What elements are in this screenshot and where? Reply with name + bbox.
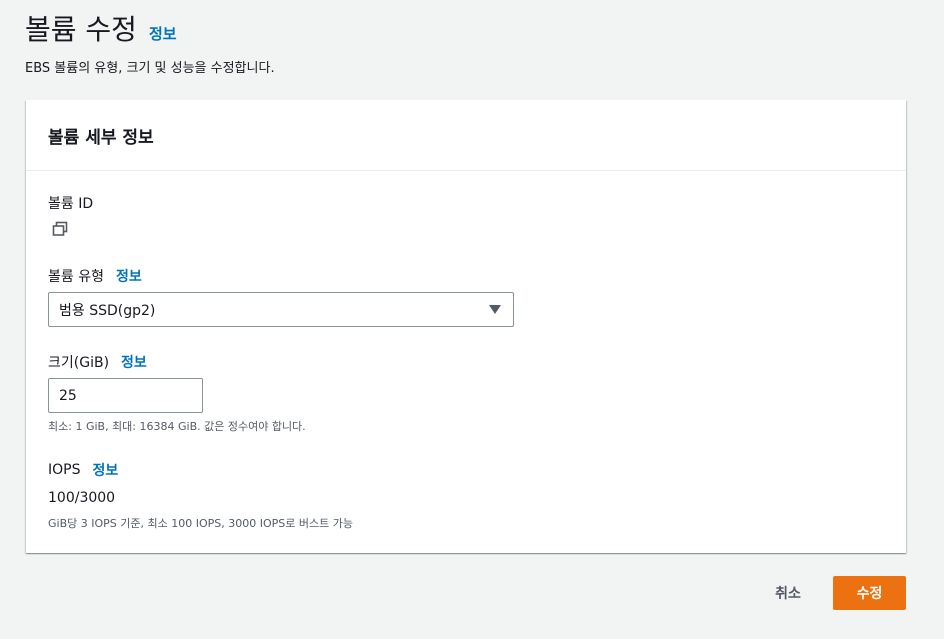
cancel-button[interactable]: 취소 <box>760 576 816 610</box>
page-title: 볼륨 수정 정보 <box>25 8 177 48</box>
volume-type-info-link[interactable]: 정보 <box>116 266 142 286</box>
volume-type-field: 볼륨 유형 정보 <box>48 266 142 286</box>
modify-button[interactable]: 수정 <box>833 576 906 610</box>
caret-down-icon <box>489 305 501 314</box>
volume-id-field: 볼륨 ID <box>48 193 93 213</box>
size-info-link[interactable]: 정보 <box>121 352 147 372</box>
panel-title: 볼륨 세부 정보 <box>48 127 154 148</box>
iops-label: IOPS <box>48 462 81 478</box>
panel-header: 볼륨 세부 정보 <box>26 100 906 171</box>
page-description: EBS 볼륨의 유형, 크기 및 성능을 수정합니다. <box>25 61 275 76</box>
iops-field: IOPS 정보 <box>48 460 118 480</box>
size-hint: 최소: 1 GiB, 최대: 16384 GiB. 값은 정수여야 합니다. <box>48 420 306 433</box>
page-title-text: 볼륨 수정 <box>25 13 137 46</box>
page-info-link[interactable]: 정보 <box>149 23 177 44</box>
copy-icon[interactable] <box>52 221 68 237</box>
volume-id-label: 볼륨 ID <box>48 196 94 212</box>
size-input[interactable] <box>48 378 203 413</box>
volume-type-selected: 범용 SSD(gp2) <box>59 302 156 319</box>
iops-hint: GiB당 3 IOPS 기준, 최소 100 IOPS, 3000 IOPS로 … <box>48 517 353 530</box>
size-field: 크기(GiB) 정보 <box>48 352 147 372</box>
iops-value: 100/3000 <box>48 490 116 506</box>
size-label: 크기(GiB) <box>48 355 110 371</box>
volume-type-select[interactable]: 범용 SSD(gp2) <box>48 292 514 327</box>
volume-type-label: 볼륨 유형 <box>48 269 104 285</box>
iops-info-link[interactable]: 정보 <box>92 460 118 480</box>
